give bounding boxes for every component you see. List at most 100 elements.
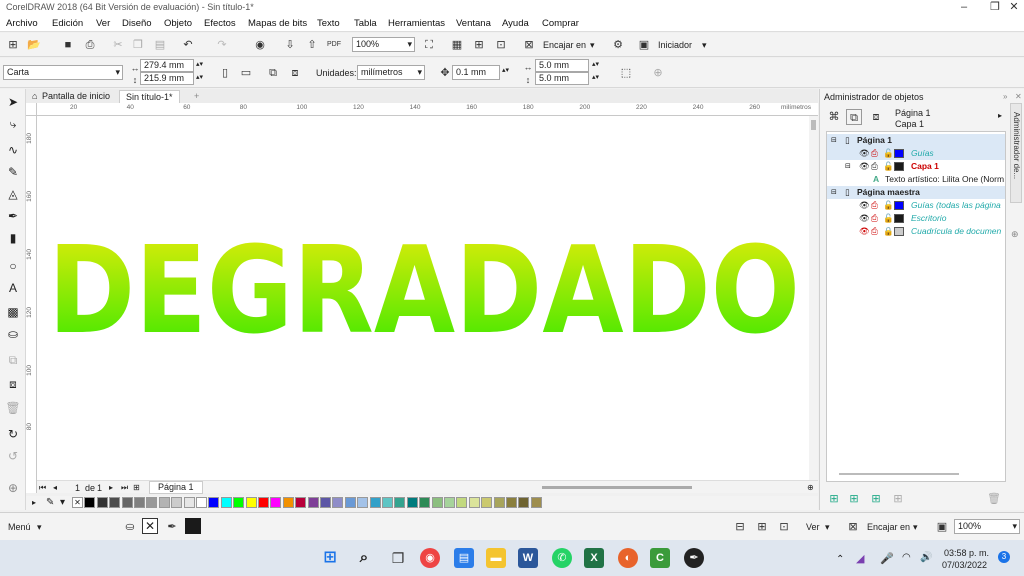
collapse-icon[interactable]: ⊟ <box>831 134 837 147</box>
zoom-fit-icon[interactable]: ⊕ <box>807 483 814 492</box>
chrome-icon[interactable]: ◉ <box>420 548 440 568</box>
docker-menu-icon[interactable]: ▸ <box>998 111 1002 120</box>
no-fill-swatch[interactable]: ✕ <box>142 518 158 534</box>
print-enabled-icon[interactable]: ⎙ <box>871 199 878 212</box>
palette-swatch[interactable] <box>444 497 455 508</box>
landscape-icon[interactable]: ▭ <box>238 65 254 81</box>
coreldraw-icon[interactable]: ✒ <box>684 548 704 568</box>
open-folder-icon[interactable]: 📂 <box>26 37 42 53</box>
excel-icon[interactable]: X <box>584 548 604 568</box>
palette-menu-icon[interactable]: ▾ <box>60 497 65 508</box>
menu-ventana[interactable]: Ventana <box>456 18 491 29</box>
fill-tool-icon[interactable]: ⛀ <box>4 325 22 343</box>
next-page-icon[interactable]: ▸ <box>109 483 113 492</box>
text-tool-icon[interactable]: A <box>4 279 22 297</box>
palette-swatch[interactable] <box>158 497 170 508</box>
firefox-icon[interactable]: ◐ <box>618 548 638 568</box>
dup-y-spinner[interactable]: ▴▾ <box>592 73 599 81</box>
clock-time[interactable]: 03:58 p. m. <box>944 548 989 558</box>
outline-pen-icon[interactable]: ✒ <box>164 519 180 535</box>
palette-swatch[interactable] <box>456 497 468 508</box>
menu-archivo[interactable]: Archivo <box>6 18 38 29</box>
menu-edicion[interactable]: Edición <box>52 18 83 29</box>
save-icon[interactable]: ■ <box>60 37 76 53</box>
tab-home[interactable]: Pantalla de inicio <box>36 90 116 103</box>
start-icon[interactable]: ⊞ <box>320 548 340 568</box>
palette-swatch[interactable] <box>357 497 369 508</box>
freehand-tool-icon[interactable]: ∿ <box>4 141 22 159</box>
snap-icon[interactable]: ⊠ <box>845 519 861 535</box>
close-docker-icon[interactable]: ✕ <box>1015 92 1022 101</box>
duplicate-y-input[interactable]: 5.0 mm <box>535 72 589 85</box>
hide-icon[interactable]: ⊡ <box>776 519 792 535</box>
menu-texto[interactable]: Texto <box>317 18 340 29</box>
width-spinner[interactable]: ▴▾ <box>196 60 203 68</box>
copy-icon[interactable]: ❐ <box>130 37 146 53</box>
snap-to-dropdown[interactable]: Encajar en <box>543 40 586 50</box>
palette-swatch[interactable] <box>233 497 245 508</box>
menu-herramientas[interactable]: Herramientas <box>388 18 445 29</box>
pdf-icon[interactable]: PDF <box>326 37 342 53</box>
gear-icon[interactable]: ⚙ <box>610 37 626 53</box>
palette-swatch[interactable] <box>220 497 232 508</box>
page-zoom-icon[interactable]: ▣ <box>934 519 950 535</box>
tree-row-document-grid[interactable]: 👁 ⎙ 🔒 Cuadrícula de documen <box>827 225 1005 238</box>
page-width-input[interactable]: 279.4 mm <box>140 59 194 72</box>
status-view-button[interactable]: Ver <box>806 522 820 532</box>
palette-swatch[interactable] <box>530 497 542 508</box>
prev-page-icon[interactable]: ◂ <box>53 483 57 492</box>
artistic-text-degradado[interactable]: DEGRADADO <box>39 236 809 340</box>
eye-icon[interactable]: 👁 <box>859 199 870 212</box>
palette-swatch[interactable] <box>468 497 480 508</box>
app-tray-icon[interactable]: ◢ <box>856 552 864 565</box>
new-document-icon[interactable]: ⊞ <box>5 37 21 53</box>
tree-row-guides[interactable]: 👁 ⎙ 🔓 Guías <box>827 147 1005 160</box>
palette-swatch[interactable] <box>431 497 443 508</box>
palette-swatch[interactable] <box>332 497 344 508</box>
palette-swatch[interactable] <box>171 497 183 508</box>
tree-row-master-page[interactable]: ⊟ ▯ Página maestra <box>827 186 1005 199</box>
portrait-icon[interactable]: ▯ <box>217 65 233 81</box>
eye-icon[interactable]: 👁 <box>859 147 870 160</box>
last-page-icon[interactable]: ⏭ <box>121 483 128 493</box>
lock-icon[interactable]: 🔓 <box>883 199 894 212</box>
zoom-level-select[interactable]: 100% ▾ <box>352 37 415 52</box>
palette-swatch[interactable] <box>295 497 307 508</box>
collapse-docker-icon[interactable]: » <box>1003 92 1007 101</box>
task-view-icon[interactable]: ❐ <box>388 548 408 568</box>
menu-diseno[interactable]: Diseño <box>122 18 152 29</box>
layer-manager-icon[interactable]: ⧈ <box>868 109 884 125</box>
delete-icon[interactable]: 🗑 <box>4 399 22 417</box>
ellipse-tool-icon[interactable]: ○ <box>4 257 22 275</box>
new-layer-icon[interactable]: ⊞ <box>826 491 842 507</box>
palette-swatch[interactable] <box>406 497 418 508</box>
menu-efectos[interactable]: Efectos <box>204 18 236 29</box>
no-color-swatch[interactable]: ✕ <box>72 497 83 508</box>
tree-row-layer1[interactable]: ⊟ 👁 ⎙ 🔓 Capa 1 <box>827 160 1005 173</box>
tree-row-desktop[interactable]: 👁 ⎙ 🔓 Escritorio <box>827 212 1005 225</box>
lock-icon[interactable]: 🔓 <box>883 160 894 173</box>
eyedropper-icon[interactable]: ✎ <box>46 497 54 508</box>
search-icon[interactable]: ⌕ <box>354 548 374 568</box>
page-tab[interactable]: Página 1 <box>149 481 203 494</box>
snap-objects-icon[interactable]: ⊞ <box>754 519 770 535</box>
full-screen-icon[interactable]: ⛶ <box>421 37 437 53</box>
palette-swatch[interactable] <box>419 497 431 508</box>
status-menu-button[interactable]: Menú <box>8 522 31 532</box>
palette-swatch[interactable] <box>344 497 356 508</box>
tab-document[interactable]: Sin título-1* <box>119 90 180 103</box>
new-master-layer-odd-icon[interactable]: ⊞ <box>868 491 884 507</box>
units-select[interactable]: milímetros ▾ <box>357 65 425 80</box>
palette-swatch[interactable] <box>270 497 282 508</box>
chevron-up-icon[interactable]: ⌃ <box>836 554 844 565</box>
notification-badge[interactable]: 3 <box>998 551 1010 563</box>
palette-swatch[interactable] <box>208 497 220 508</box>
mirror-icon[interactable]: ↺ <box>4 447 22 465</box>
nudge-spinner[interactable]: ▴▾ <box>502 66 509 74</box>
menu-objeto[interactable]: Objeto <box>164 18 192 29</box>
undo-icon[interactable]: ↶ <box>180 37 196 53</box>
lock-closed-icon[interactable]: 🔒 <box>883 225 894 238</box>
height-spinner[interactable]: ▴▾ <box>196 73 203 81</box>
new-master-layer-even-icon[interactable]: ⊞ <box>890 491 906 507</box>
eye-icon[interactable]: 👁 <box>859 212 870 225</box>
